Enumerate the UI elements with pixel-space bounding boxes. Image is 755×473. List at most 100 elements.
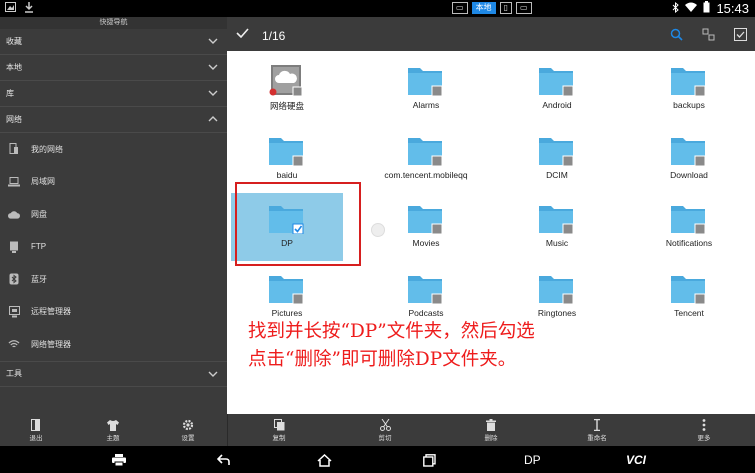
- exit-button[interactable]: 退出: [14, 418, 58, 444]
- file-name: Pictures: [271, 308, 303, 318]
- folder-tile[interactable]: backups: [633, 55, 745, 123]
- section-tools[interactable]: 工具: [0, 360, 227, 387]
- instruction-annotation: 找到并长按“DP”文件夹，然后勾选 点击“删除”即可删除DP文件夹。: [248, 318, 535, 374]
- folder-icon: [539, 68, 574, 96]
- dp-app-shortcut[interactable]: DP: [524, 452, 541, 468]
- gear-icon: [166, 418, 210, 432]
- home-icon[interactable]: [317, 452, 332, 468]
- chevron-up-icon: [208, 116, 218, 122]
- folder-tile[interactable]: com.tencent.mobileqq: [370, 125, 482, 193]
- chevron-down-icon: [208, 371, 218, 377]
- status-bar: ▭ 本地 ▯ ▭ 15:43: [0, 0, 755, 17]
- exit-icon: [14, 418, 58, 432]
- folder-icon: [408, 138, 443, 166]
- sidebar-header: 快捷导航: [0, 17, 227, 29]
- file-name: backups: [673, 100, 705, 110]
- folder-tile[interactable]: Music: [501, 193, 613, 261]
- section-label: 工具: [6, 369, 22, 378]
- select-all-icon[interactable]: [734, 28, 747, 46]
- folder-tile[interactable]: Alarms: [370, 55, 482, 123]
- file-name: Tencent: [674, 308, 704, 318]
- bluetooth-icon: [8, 273, 20, 285]
- sidebar-item-label: 远程管理器: [31, 307, 71, 317]
- sidebar-item-label: 网络管理器: [31, 339, 71, 349]
- folder-icon: [671, 68, 706, 96]
- section-network[interactable]: 网络: [0, 107, 227, 133]
- remote-icon: [8, 305, 20, 318]
- folder-tile[interactable]: Tencent: [633, 263, 745, 331]
- action-label: 退出: [29, 435, 43, 442]
- section-label: 网络: [6, 115, 22, 124]
- recent-apps-icon[interactable]: [423, 452, 436, 468]
- section-favorites[interactable]: 收藏: [0, 29, 227, 55]
- trash-icon: [469, 418, 513, 432]
- select-range-icon[interactable]: [702, 28, 715, 46]
- folder-tile[interactable]: DCIM: [501, 125, 613, 193]
- action-label: 更多: [697, 435, 711, 442]
- folder-tile[interactable]: Android: [501, 55, 613, 123]
- sidebar: 快捷导航 收藏 本地 库 网络 我的网络 局域网 网盘 FTP 蓝牙 远程管理器: [0, 17, 227, 414]
- settings-button[interactable]: 设置: [166, 418, 210, 444]
- sidebar-item-remote-manager[interactable]: 远程管理器: [0, 296, 227, 329]
- action-label: 剪切: [378, 435, 392, 442]
- folder-tile[interactable]: Notifications: [633, 193, 745, 261]
- theme-button[interactable]: 主题: [91, 418, 135, 444]
- server-icon: [8, 241, 20, 253]
- sidebar-item-netdisk[interactable]: 网盘: [0, 198, 227, 231]
- cut-button[interactable]: 剪切: [363, 418, 407, 444]
- action-bar-divider: [227, 414, 228, 446]
- more-button[interactable]: 更多: [682, 418, 726, 444]
- folder-icon: [408, 68, 443, 96]
- file-name: DCIM: [546, 170, 568, 180]
- folder-icon: [408, 276, 443, 304]
- vci-app-shortcut[interactable]: VCI: [626, 452, 646, 468]
- selection-toolbar: 1/16: [227, 17, 755, 51]
- annotation-line-2: 点击“删除”即可删除DP文件夹。: [248, 349, 517, 370]
- action-label: 删除: [484, 435, 498, 442]
- sidebar-item-network-manager[interactable]: 网络管理器: [0, 328, 227, 361]
- folder-tile[interactable]: Download: [633, 125, 745, 193]
- confirm-check-icon[interactable]: [236, 28, 249, 38]
- file-name: Android: [542, 100, 572, 110]
- folder-tile[interactable]: Movies: [370, 193, 482, 261]
- folder-icon: [539, 276, 574, 304]
- bluetooth-status-icon: [672, 1, 680, 16]
- file-name: com.tencent.mobileqq: [384, 170, 468, 180]
- back-icon[interactable]: [217, 452, 230, 468]
- printer-icon[interactable]: [112, 452, 126, 468]
- wifi-icon: [8, 338, 20, 350]
- text-cursor-icon: [575, 418, 619, 432]
- cloud-icon: [8, 208, 20, 220]
- copy-button[interactable]: 复制: [257, 418, 301, 444]
- file-name: Notifications: [665, 238, 713, 248]
- shirt-icon: [91, 418, 135, 432]
- action-label: 设置: [181, 435, 195, 442]
- sidebar-item-label: 局域网: [31, 177, 55, 187]
- chevron-down-icon: [208, 64, 218, 70]
- folder-icon: [671, 206, 706, 234]
- sidebar-item-my-network[interactable]: 我的网络: [0, 133, 227, 166]
- storage-chip: 本地: [471, 2, 496, 14]
- laptop-icon: [8, 176, 20, 188]
- sidebar-item-label: 蓝牙: [31, 274, 47, 284]
- sidebar-item-ftp[interactable]: FTP: [0, 231, 227, 264]
- rename-button[interactable]: 重命名: [575, 418, 619, 444]
- file-name: 网络硬盘: [269, 101, 304, 111]
- sidebar-item-bluetooth[interactable]: 蓝牙: [0, 263, 227, 296]
- section-local[interactable]: 本地: [0, 55, 227, 81]
- folder-icon: [671, 138, 706, 166]
- netdisk-icon: [269, 65, 303, 96]
- netdisk-tile[interactable]: 网络硬盘: [231, 55, 343, 123]
- sidebar-item-lan[interactable]: 局域网: [0, 166, 227, 199]
- section-library[interactable]: 库: [0, 81, 227, 107]
- phone-icon: [8, 143, 20, 155]
- folder-icon: [671, 276, 706, 304]
- delete-button[interactable]: 删除: [469, 418, 513, 444]
- copy-icon: [257, 418, 301, 432]
- folder-icon: [408, 206, 443, 234]
- action-label: 重命名: [587, 435, 607, 442]
- file-name: Ringtones: [537, 308, 577, 318]
- system-nav-bar: DP VCI: [0, 446, 755, 473]
- battery-icon: [703, 1, 710, 16]
- search-icon[interactable]: [670, 28, 683, 46]
